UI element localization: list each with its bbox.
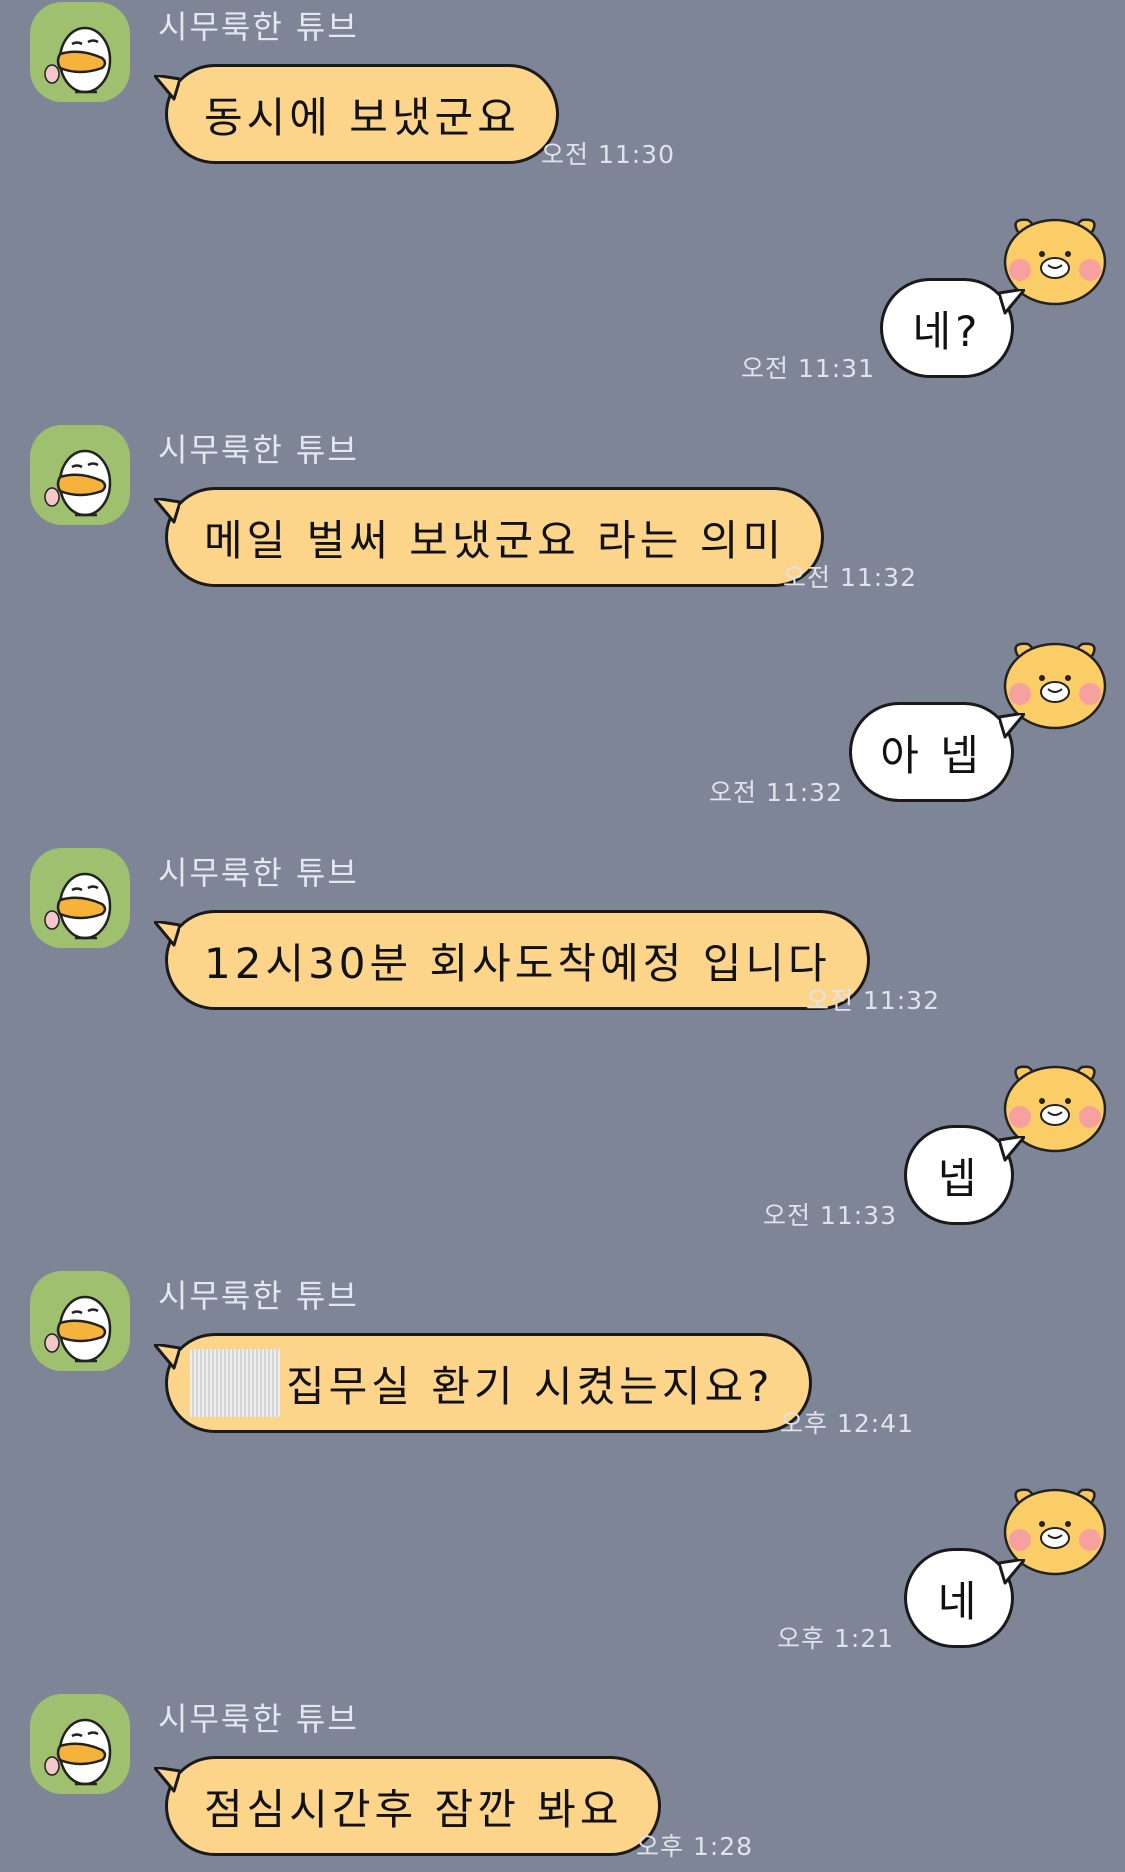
sender-avatar[interactable] <box>30 1271 130 1371</box>
bubble-tail <box>154 921 180 947</box>
bubble-tail <box>999 1559 1025 1585</box>
bubble-tail <box>154 75 180 101</box>
incoming-message: 시무룩한 튜브 메일 벌써 보냈군요 라는 의미 오전 11:32 <box>0 425 1125 595</box>
message-text: 넵 <box>937 1153 981 1203</box>
bubble-tail <box>999 713 1025 739</box>
incoming-message: 시무룩한 튜브 동시에 보냈군요 오전 11:30 <box>0 2 1125 172</box>
message-time: 오전 11:31 <box>741 354 875 383</box>
message-text: 아 넵 <box>880 730 983 780</box>
tube-duck-icon <box>44 26 112 94</box>
message-bubble[interactable]: 메일 벌써 보냈군요 라는 의미 <box>154 487 825 587</box>
bubble-tail <box>999 289 1025 315</box>
message-bubble[interactable]: 집무실 환기 시켰는지요? <box>154 1333 813 1433</box>
bubble-tail <box>154 498 180 524</box>
message-time: 오전 11:32 <box>806 986 940 1015</box>
message-text: 네 <box>937 1576 981 1626</box>
message-text: 점심시간후 잠깐 봐요 <box>204 1784 623 1834</box>
message-bubble[interactable]: 동시에 보냈군요 <box>154 64 559 164</box>
incoming-message: 시무룩한 튜브 점심시간후 잠깐 봐요 오후 1:28 <box>0 1694 1125 1872</box>
chat-area[interactable]: 시무룩한 튜브 동시에 보냈군요 오전 11:30 네? 오전 11:31 시무… <box>0 0 1125 1872</box>
sender-name: 시무룩한 튜브 <box>158 8 359 46</box>
outgoing-message: 아 넵 오전 11:32 <box>0 636 1125 807</box>
message-text: 메일 벌써 보냈군요 라는 의미 <box>204 515 786 565</box>
sender-avatar[interactable] <box>30 425 130 525</box>
sender-avatar[interactable] <box>30 1694 130 1794</box>
incoming-message: 시무룩한 튜브 집무실 환기 시켰는지요? 오후 12:41 <box>0 1271 1125 1441</box>
sender-avatar[interactable] <box>30 2 130 102</box>
message-time: 오전 11:30 <box>541 140 675 169</box>
message-time: 오전 11:32 <box>783 563 917 592</box>
message-time: 오전 11:33 <box>763 1201 897 1230</box>
bubble-tail <box>154 1767 180 1793</box>
message-time: 오전 11:32 <box>709 778 843 807</box>
message-bubble[interactable]: 네 <box>904 1548 1025 1648</box>
bubble-tail <box>999 1136 1025 1162</box>
message-text: 네? <box>912 306 982 356</box>
incoming-message: 시무룩한 튜브 12시30분 회사도착예정 입니다 오전 11:32 <box>0 848 1125 1018</box>
sender-avatar[interactable] <box>30 848 130 948</box>
message-text: 동시에 보냈군요 <box>204 92 520 142</box>
message-text: 12시30분 회사도착예정 입니다 <box>204 938 831 988</box>
tube-duck-icon <box>44 872 112 940</box>
tube-duck-icon <box>44 449 112 517</box>
message-bubble[interactable]: 네? <box>880 278 1025 378</box>
outgoing-message: 네? 오전 11:31 <box>0 212 1125 383</box>
message-bubble[interactable]: 점심시간후 잠깐 봐요 <box>154 1756 662 1856</box>
outgoing-message: 네 오후 1:21 <box>0 1482 1125 1653</box>
tube-duck-icon <box>44 1295 112 1363</box>
redacted-block <box>190 1349 280 1417</box>
message-time: 오후 1:28 <box>636 1832 754 1861</box>
sender-name: 시무룩한 튜브 <box>158 1700 359 1738</box>
message-bubble[interactable]: 12시30분 회사도착예정 입니다 <box>154 910 870 1010</box>
sender-name: 시무룩한 튜브 <box>158 854 359 892</box>
message-text: 집무실 환기 시켰는지요? <box>286 1361 774 1411</box>
sender-name: 시무룩한 튜브 <box>158 431 359 469</box>
bubble-tail <box>154 1344 180 1370</box>
message-bubble[interactable]: 넵 <box>904 1125 1025 1225</box>
outgoing-message: 넵 오전 11:33 <box>0 1059 1125 1230</box>
message-time: 오후 1:21 <box>777 1624 895 1653</box>
message-time: 오후 12:41 <box>780 1409 914 1438</box>
message-bubble[interactable]: 아 넵 <box>849 702 1025 802</box>
sender-name: 시무룩한 튜브 <box>158 1277 359 1315</box>
tube-duck-icon <box>44 1718 112 1786</box>
